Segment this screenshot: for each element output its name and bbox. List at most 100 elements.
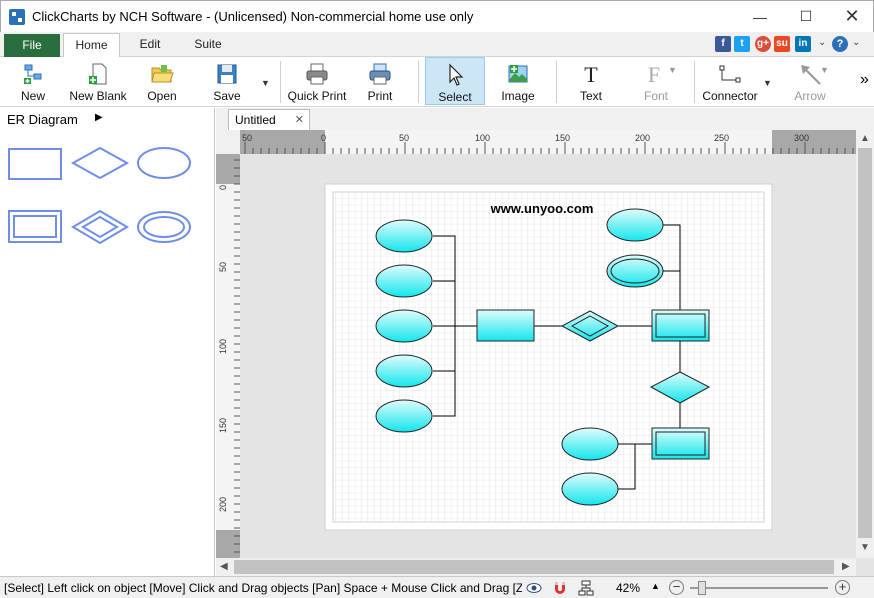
- google-plus-icon[interactable]: g+: [755, 36, 771, 52]
- zoom-in-button[interactable]: +: [835, 580, 850, 595]
- attribute-ellipse[interactable]: [375, 309, 433, 343]
- document-tab-label: Untitled: [235, 113, 276, 127]
- h-tick-label: 100: [475, 133, 490, 143]
- zoom-dropdown-icon[interactable]: ▲: [651, 581, 660, 591]
- folder-icon: [151, 65, 174, 83]
- svg-text:T: T: [584, 62, 598, 86]
- image-icon: [508, 65, 528, 83]
- linkedin-icon[interactable]: in: [795, 36, 811, 52]
- weak-relationship-shape[interactable]: [70, 209, 130, 245]
- toolbar-separator: [556, 61, 557, 103]
- weak-entity-rect[interactable]: [651, 427, 710, 460]
- attribute-ellipse[interactable]: [375, 264, 433, 298]
- tab-suite[interactable]: Suite: [180, 33, 236, 57]
- connector-button[interactable]: Connector: [700, 57, 760, 105]
- chevron-down-icon[interactable]: ⌄: [818, 37, 826, 48]
- horizontal-scroll-thumb[interactable]: [234, 560, 834, 574]
- zoom-out-button[interactable]: −: [669, 580, 684, 595]
- close-button[interactable]: ✕: [829, 1, 874, 32]
- print-button[interactable]: Print: [356, 57, 404, 105]
- select-button[interactable]: Select: [425, 57, 485, 105]
- font-dropdown-icon[interactable]: ▼: [668, 65, 677, 75]
- arrow-dropdown-icon[interactable]: ▼: [820, 65, 829, 75]
- drawing-canvas[interactable]: www.unyoo.com: [240, 154, 856, 558]
- tab-file[interactable]: File: [4, 34, 60, 57]
- attribute-ellipse[interactable]: [375, 219, 433, 253]
- attribute-ellipse[interactable]: [375, 354, 433, 388]
- arrow-icon: [801, 65, 821, 85]
- save-dropdown-icon[interactable]: ▼: [261, 78, 270, 88]
- facebook-icon[interactable]: f: [715, 36, 731, 52]
- library-title[interactable]: ER Diagram: [7, 112, 78, 127]
- title-bar: ClickCharts by NCH Software - (Unlicense…: [0, 0, 874, 32]
- magnet-icon[interactable]: [552, 580, 568, 596]
- print-icon: [369, 63, 391, 85]
- cursor-icon: [449, 63, 464, 86]
- open-button[interactable]: Open: [136, 57, 188, 105]
- status-bar: [Select] Left click on object [Move] Cli…: [0, 576, 874, 598]
- layout-icon[interactable]: [578, 580, 594, 596]
- save-button[interactable]: Save: [200, 57, 254, 105]
- svg-text:F: F: [648, 62, 660, 86]
- vertical-scroll-thumb[interactable]: [858, 148, 872, 538]
- scroll-up-icon[interactable]: ▲: [860, 133, 870, 144]
- library-expand-icon[interactable]: ▶: [95, 112, 103, 123]
- text-icon: T: [584, 62, 598, 86]
- entity-shape[interactable]: [8, 148, 64, 180]
- multivalued-attribute-ellipse[interactable]: [606, 254, 664, 288]
- zoom-slider-thumb[interactable]: [698, 581, 706, 595]
- quick-print-button[interactable]: Quick Print: [286, 57, 348, 105]
- new-blank-icon: [89, 63, 107, 85]
- horizontal-scrollbar[interactable]: ◀ ▶: [216, 558, 856, 576]
- tab-untitled[interactable]: Untitled ✕: [228, 109, 310, 130]
- document-tabs: Untitled ✕: [216, 108, 874, 130]
- toolbar-separator: [418, 61, 419, 103]
- stumbleupon-icon[interactable]: su: [774, 36, 790, 52]
- scroll-down-icon[interactable]: ▼: [860, 542, 870, 553]
- toolbar: New New Blank Open Save ▼ Quick Print Pr…: [0, 57, 874, 107]
- zoom-slider[interactable]: [690, 587, 828, 589]
- maximize-button[interactable]: ☐: [783, 1, 829, 32]
- attribute-ellipse[interactable]: [606, 208, 664, 242]
- v-tick-label: 0: [218, 185, 228, 190]
- text-button[interactable]: T Text: [566, 57, 616, 105]
- scroll-left-icon[interactable]: ◀: [220, 561, 228, 572]
- toolbar-separator: [280, 61, 281, 103]
- tab-home[interactable]: Home: [63, 33, 120, 58]
- help-icon[interactable]: ?: [832, 36, 848, 52]
- v-tick-label: 150: [218, 418, 228, 433]
- attribute-ellipse[interactable]: [561, 427, 619, 461]
- minimize-button[interactable]: —: [737, 1, 783, 32]
- new-flowchart-icon: [24, 64, 42, 84]
- canvas-area: 50 0 50 100 150 200 250 300 0 50 100 150…: [216, 130, 874, 576]
- connector-icon: [719, 65, 741, 83]
- entity-rect[interactable]: [476, 309, 535, 342]
- close-icon[interactable]: ✕: [295, 113, 304, 126]
- connector-dropdown-icon[interactable]: ▼: [763, 78, 772, 88]
- vertical-scrollbar[interactable]: ▲ ▼: [856, 130, 874, 558]
- attribute-ellipse[interactable]: [375, 399, 433, 433]
- scroll-right-icon[interactable]: ▶: [842, 561, 850, 572]
- weak-entity-shape[interactable]: [8, 210, 64, 244]
- attribute-shape[interactable]: [135, 146, 193, 180]
- watermark-text: www.unyoo.com: [490, 201, 594, 216]
- weak-entity-rect[interactable]: [651, 309, 710, 342]
- chevron-down-icon[interactable]: ⌄: [852, 37, 860, 48]
- multivalued-attribute-shape[interactable]: [135, 209, 193, 245]
- h-tick-label: 150: [555, 133, 570, 143]
- v-tick-label: 200: [218, 497, 228, 512]
- toolbar-separator: [694, 61, 695, 103]
- image-button[interactable]: Image: [494, 57, 542, 105]
- tab-edit[interactable]: Edit: [122, 33, 178, 57]
- new-button[interactable]: New: [4, 57, 62, 105]
- toolbar-more-icon[interactable]: »: [860, 71, 869, 89]
- eye-icon[interactable]: [526, 580, 542, 596]
- h-tick-label: 0: [321, 133, 326, 143]
- attribute-ellipse[interactable]: [561, 472, 619, 506]
- v-tick-label: 100: [218, 339, 228, 354]
- new-blank-button[interactable]: New Blank: [68, 57, 128, 105]
- horizontal-ruler: 50 0 50 100 150 200 250 300: [240, 130, 856, 154]
- twitter-icon[interactable]: t: [734, 36, 750, 52]
- relationship-shape[interactable]: [70, 146, 130, 180]
- arrow-button[interactable]: Arrow: [782, 57, 838, 105]
